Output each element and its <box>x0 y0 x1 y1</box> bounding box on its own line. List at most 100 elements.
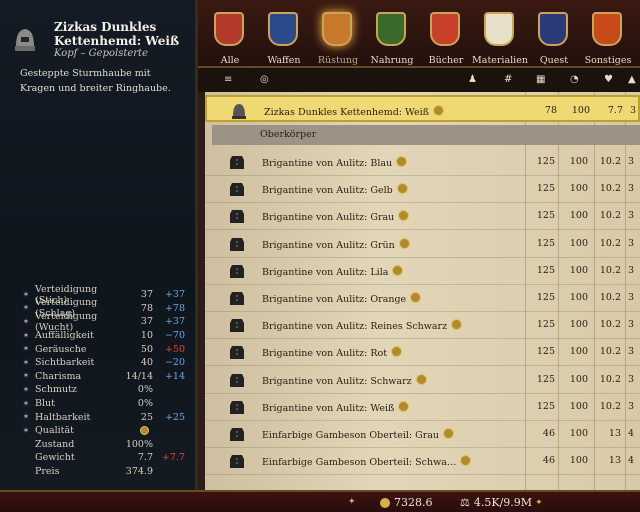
scrollbar[interactable] <box>198 92 205 490</box>
selected-row[interactable]: Zizkas Dunkles Kettenhemd: Weiß 78 100 7… <box>205 95 640 122</box>
tab-sonstiges[interactable]: Sonstiges <box>582 0 634 68</box>
stat-value: 37 <box>140 316 153 328</box>
table-row[interactable]: Brigantine von Aulitz: Orange 125 100 10.2 3 <box>205 284 640 312</box>
stat-label: Schmutz <box>35 384 77 396</box>
charisma-icon: ✶ <box>22 371 30 381</box>
row-defense: 46 <box>542 455 555 467</box>
durability-col-icon[interactable]: ◔ <box>570 74 579 85</box>
weight-icon: ⚖ <box>460 496 470 509</box>
tab-materialien[interactable]: Materialien <box>472 0 528 68</box>
tab-nahrung[interactable]: Nahrung <box>366 0 418 68</box>
table-row[interactable]: Brigantine von Aulitz: Grün 125 100 10.2 3 <box>205 230 640 258</box>
stat-label: Geräusche <box>35 343 87 355</box>
stat-value: 100% <box>125 438 153 450</box>
tab-rüstung[interactable]: Rüstung <box>312 0 364 68</box>
table-row[interactable]: Brigantine von Aulitz: Gelb 125 100 10.2 3 <box>205 175 640 204</box>
conspicuousness-icon: ✶ <box>22 330 30 340</box>
row-name: Brigantine von Aulitz: Grün <box>262 239 395 251</box>
stat-diff: +78 <box>164 302 185 314</box>
row-weight: 10.2 <box>599 319 621 331</box>
stat-diff: +14 <box>164 370 185 382</box>
quality-token-icon <box>433 105 445 116</box>
stat-row: Gewicht 7.7 +7.7 <box>20 451 185 465</box>
quality-token-icon <box>396 156 408 167</box>
shield-icon <box>268 12 298 46</box>
table-row[interactable]: Brigantine von Aulitz: Grau 125 100 10.2 3 <box>205 202 640 231</box>
stat-value: 37 <box>140 289 153 301</box>
shield-icon <box>322 12 352 46</box>
groschen-display: 7328.6 <box>380 496 433 509</box>
visibility-icon: ✶ <box>22 357 30 367</box>
table-row[interactable]: Brigantine von Aulitz: Weiß 125 100 10.2 3 <box>205 393 640 421</box>
table-row[interactable]: Brigantine von Aulitz: Schwarz 125 100 10.2… <box>205 366 640 394</box>
row-name: Brigantine von Aulitz: Schwarz <box>262 375 412 387</box>
row-name: Einfarbige Gambeson Oberteil: Grau <box>262 430 440 441</box>
row-extra: 3 <box>628 183 635 195</box>
row-weight: 10.2 <box>599 210 621 222</box>
stat-diff: +7.7 <box>161 452 185 464</box>
row-condition: 100 <box>569 264 588 276</box>
stat-row: Zustand 100% <box>20 438 185 452</box>
row-defense: 125 <box>536 156 555 167</box>
tab-waffen[interactable]: Waffen <box>258 0 310 68</box>
condition-col-icon[interactable]: ♥ <box>604 74 613 85</box>
shield-icon <box>592 12 622 46</box>
row-condition: 100 <box>569 428 588 439</box>
noise-icon: ✶ <box>22 344 30 354</box>
blunt-icon: ✶ <box>22 316 30 326</box>
row-name: Brigantine von Aulitz: Blau <box>262 158 393 169</box>
row-extra: 3 <box>628 210 635 222</box>
item-detail-panel: Zizkas Dunkles Kettenhemd: Weiß Kopf – G… <box>0 0 198 490</box>
brigantine-icon <box>230 264 244 278</box>
stat-value: 0% <box>137 398 153 410</box>
table-row[interactable]: Brigantine von Aulitz: Rot 125 100 10.2 3 <box>205 338 640 367</box>
tab-bücher[interactable]: Bücher <box>420 0 472 68</box>
item-category: Kopf – Gepolsterte <box>54 48 148 59</box>
table-row[interactable]: Einfarbige Gambeson Oberteil: Schwa… 46 10… <box>205 447 640 476</box>
stat-row: ✶ Qualität <box>20 424 185 438</box>
table-row[interactable]: Brigantine von Aulitz: Blau 125 100 10.2 3 <box>205 148 640 176</box>
grid-col-icon[interactable]: ▦ <box>536 74 545 85</box>
brigantine-icon <box>230 400 244 414</box>
row-extra: 3 <box>628 292 635 303</box>
brigantine-icon <box>230 319 244 333</box>
weight-col-icon[interactable]: ▲ <box>628 74 636 85</box>
tab-quest[interactable]: Quest <box>528 0 580 68</box>
row-extra: 4 <box>628 428 635 439</box>
tab-alle[interactable]: Alle <box>204 0 256 68</box>
stat-row: ✶ Auffälligkeit 10 −70 <box>20 329 185 343</box>
quality-token-icon <box>443 428 455 439</box>
stat-label: Blut <box>35 398 55 410</box>
row-defense: 125 <box>536 183 555 195</box>
shield-icon <box>430 12 460 46</box>
stab-icon: ✶ <box>22 289 30 299</box>
row-extra: 4 <box>628 455 635 467</box>
dirt-icon: ✶ <box>22 384 30 394</box>
row-defense: 46 <box>542 428 555 439</box>
row-weight: 10.2 <box>599 292 621 303</box>
stat-diff: +25 <box>164 411 185 423</box>
table-row[interactable]: Brigantine von Aulitz: Reines Schwarz 125… <box>205 311 640 340</box>
helmet-icon <box>232 104 246 119</box>
quality-token-icon <box>398 237 410 249</box>
stat-row: ✶ Verteidigung (Wucht) 37 +37 <box>20 311 185 333</box>
quality-token-icon <box>392 264 404 276</box>
count-col-icon[interactable]: # <box>504 74 512 85</box>
row-weight: 10.2 <box>599 237 621 249</box>
table-row[interactable]: Einfarbige Gambeson Oberteil: Grau 46 100 1… <box>205 420 640 448</box>
stat-value: 0% <box>137 384 153 396</box>
stat-label: Sichtbarkeit <box>35 357 95 369</box>
stat-label: Charisma <box>35 370 82 382</box>
stat-label: Qualität <box>35 425 74 437</box>
row-weight: 10.2 <box>599 400 621 412</box>
quality-token-icon <box>451 319 463 331</box>
compare-icon[interactable]: ◎ <box>260 74 269 85</box>
sort-icon[interactable]: ≡ <box>224 74 232 85</box>
brigantine-icon <box>230 156 244 169</box>
quality-icon: ✶ <box>22 425 30 435</box>
table-row[interactable]: Brigantine von Aulitz: Lila 125 100 10.2 3 <box>205 257 640 285</box>
row-weight: 10.2 <box>599 264 621 276</box>
brigantine-icon <box>230 237 244 251</box>
row-condition: 100 <box>569 183 588 195</box>
armor-col-icon[interactable]: ♟ <box>468 74 477 85</box>
